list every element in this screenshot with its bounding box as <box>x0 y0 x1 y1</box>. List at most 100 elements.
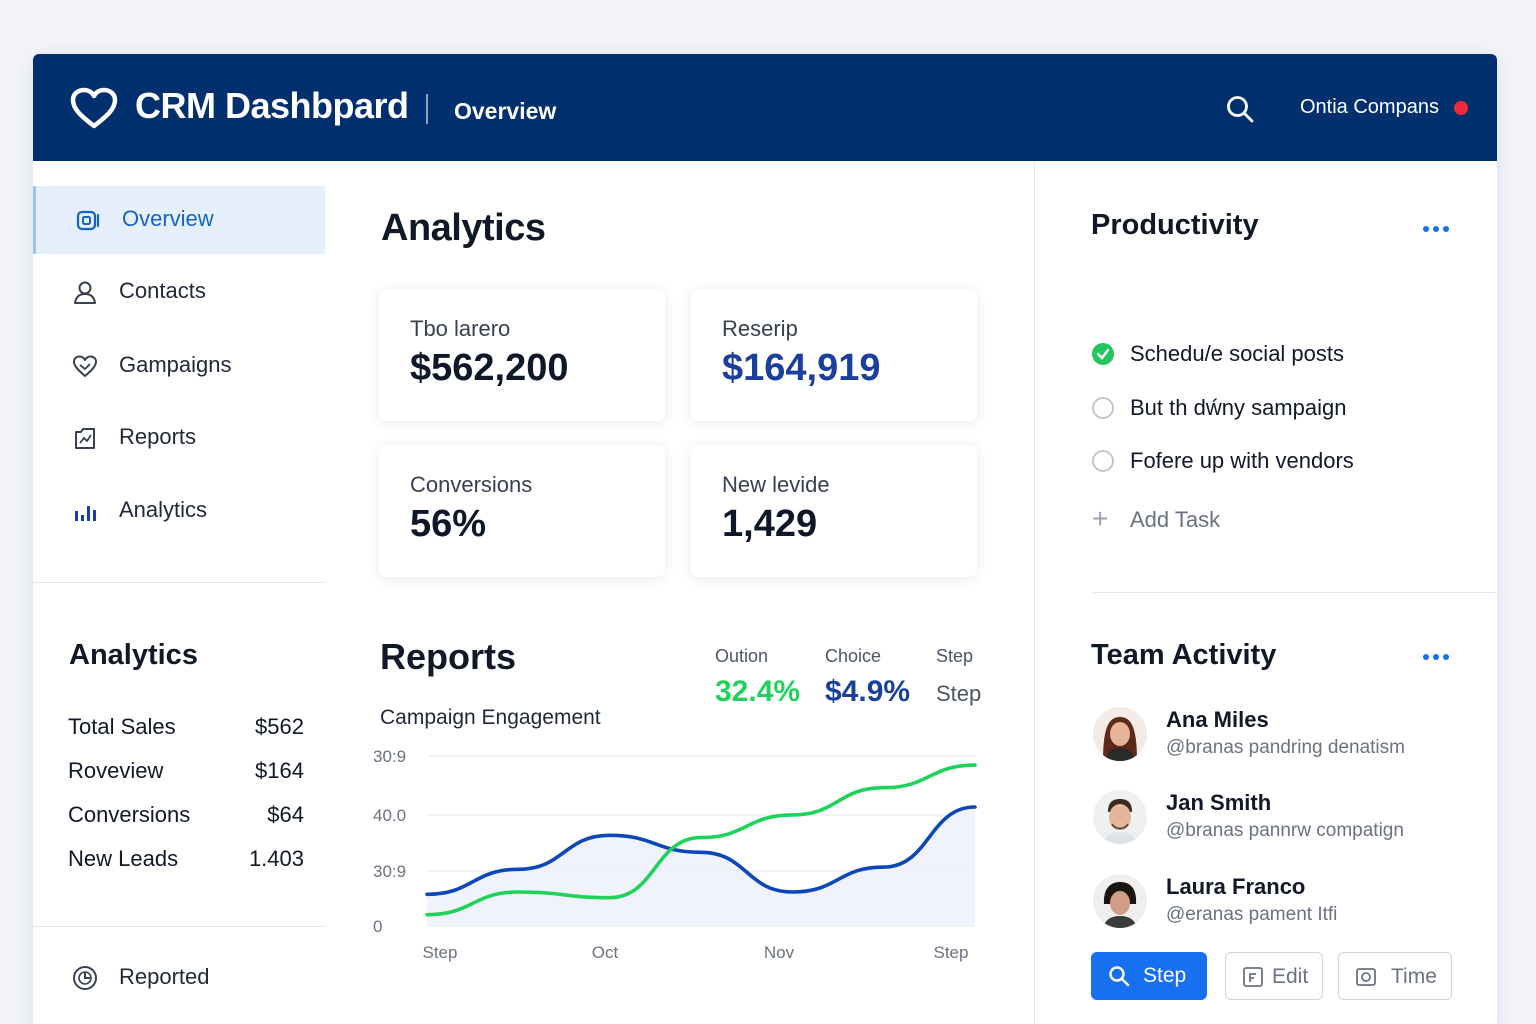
edit-button[interactable]: Edit <box>1225 952 1323 1000</box>
title-separator <box>426 94 428 124</box>
stat-value: 1.403 <box>248 846 304 871</box>
company-switcher[interactable]: Ontia Compans <box>1300 96 1439 119</box>
engagement-line-chart: 30:9 40.0 30:9 0 Step Oct Nov Step <box>373 747 977 962</box>
search-icon <box>1109 966 1130 987</box>
kpi-label: Conversions <box>410 472 533 497</box>
member-name: Jan Smith <box>1166 790 1272 815</box>
kpi-value: 1,429 <box>722 503 818 545</box>
edit-icon <box>1243 967 1263 987</box>
metric-value: 32.4% <box>715 675 801 708</box>
kpi-label: New levide <box>722 472 830 497</box>
kpi-value: 56% <box>410 503 487 545</box>
team-member[interactable]: Laura Franco @eranas pament Itfi <box>1093 874 1473 934</box>
chart-y-tick-label: 30:9 <box>373 747 406 766</box>
kpi-card: New levide 1,429 <box>691 445 977 577</box>
notification-dot <box>1454 101 1468 115</box>
sidebar-item-analytics[interactable]: Analytics <box>33 477 325 545</box>
stat-row: New Leads 1.403 <box>68 846 304 876</box>
member-name: Laura Franco <box>1166 874 1306 899</box>
sidebar-item-contacts[interactable]: Contacts <box>33 258 325 326</box>
kpi-card: Conversions 56% <box>379 445 665 577</box>
sidebar-item-label: Analytics <box>119 497 208 522</box>
member-handle: @eranas pament Itfi <box>1166 904 1338 925</box>
stat-value: $164 <box>255 758 304 783</box>
sidebar-item-overview[interactable]: Overview <box>33 186 325 254</box>
metric-label: Choice <box>825 646 882 666</box>
stat-label: New Leads <box>68 846 179 871</box>
task-item[interactable]: Schedu/e social posts <box>1092 337 1472 371</box>
metric: Step Step <box>936 646 981 707</box>
checkbox-checked-icon[interactable] <box>1092 343 1114 365</box>
task-item[interactable]: Fofere up with vendors <box>1092 444 1472 478</box>
sidebar-item-reported[interactable]: Reported <box>33 946 325 1006</box>
sidebar-item-label: Reported <box>119 964 210 989</box>
stat-value: $64 <box>267 802 304 827</box>
sidebar-item-label: Reports <box>119 424 197 449</box>
report-icon <box>75 428 95 449</box>
sidebar-item-label: Overview <box>122 206 214 231</box>
checkbox-icon[interactable] <box>1092 397 1114 419</box>
button-label: Time <box>1391 965 1437 988</box>
time-button[interactable]: Time <box>1338 952 1452 1000</box>
clock-icon <box>73 966 97 990</box>
main-content: Analytics Tbo larero $562,200 Reserip $1… <box>325 161 1035 1024</box>
kpi-value: $164,919 <box>722 347 881 389</box>
chart-y-tick-label: 40.0 <box>373 806 406 825</box>
sidebar-item-reports[interactable]: Reports <box>33 404 325 472</box>
task-label: Fofere up with vendors <box>1130 448 1354 473</box>
plus-icon: + <box>1092 503 1109 534</box>
task-label: Schedu/e social posts <box>1130 341 1345 366</box>
chart-x-tick-label: Nov <box>764 943 795 962</box>
metric-label: Step <box>936 646 974 666</box>
productivity-title: Productivity <box>1091 209 1259 241</box>
member-handle: @branas pandring denatism <box>1166 737 1405 758</box>
button-label: Step <box>1143 964 1187 987</box>
kpi-value: $562,200 <box>410 347 569 389</box>
step-button[interactable]: Step <box>1091 952 1207 1000</box>
reports-title: Reports <box>380 636 517 677</box>
app-title: CRM Dashbpard <box>135 85 409 126</box>
sidebar-divider <box>33 926 325 927</box>
metric-value: Step <box>936 681 982 706</box>
task-item[interactable]: But th dẃny sampaign <box>1092 391 1472 425</box>
stat-row: Total Sales $562 <box>68 714 304 744</box>
search-icon[interactable] <box>1225 94 1255 124</box>
task-label: But th dẃny sampaign <box>1130 395 1347 420</box>
stat-row: Roveview $164 <box>68 758 304 788</box>
kpi-label: Reserip <box>722 316 798 341</box>
sidebar-analytics-heading: Analytics <box>69 639 198 671</box>
team-member[interactable]: Jan Smith @branas pannrw compatign <box>1093 790 1473 850</box>
chart-y-tick-label: 0 <box>373 917 382 936</box>
stat-row: Conversions $64 <box>68 802 304 832</box>
kpi-card: Reserip $164,919 <box>691 289 977 421</box>
chart-x-tick-label: Step <box>423 943 458 962</box>
tab-overview[interactable]: Overview <box>454 98 556 125</box>
kpi-label: Tbo larero <box>410 316 511 341</box>
metric-label: Oution <box>715 646 769 666</box>
right-panel: Productivity Schedu/e social posts But t… <box>1035 161 1497 1024</box>
heart-icon <box>73 355 97 377</box>
sidebar-item-campaigns[interactable]: Gampaigns <box>33 332 325 400</box>
checkbox-icon[interactable] <box>1092 450 1114 472</box>
app-window: CRM Dashbpard Overview Ontia Compans Ove… <box>33 54 1497 1024</box>
more-options-icon[interactable] <box>1420 219 1456 239</box>
avatar <box>1093 707 1147 761</box>
member-name: Ana Miles <box>1166 707 1269 732</box>
add-task-label: Add Task <box>1130 507 1221 532</box>
team-member[interactable]: Ana Miles @branas pandring denatism <box>1093 707 1473 767</box>
stat-label: Roveview <box>68 758 164 783</box>
chart-x-tick-label: Step <box>934 943 969 962</box>
more-options-icon[interactable] <box>1420 647 1456 667</box>
team-activity-title: Team Activity <box>1091 639 1277 671</box>
metric-value: $4.9% <box>825 675 911 708</box>
panel-divider <box>1093 592 1497 593</box>
chart-subtitle: Campaign Engagement <box>380 706 601 729</box>
chart-x-tick-label: Oct <box>592 943 619 962</box>
top-bar: CRM Dashbpard Overview Ontia Compans <box>33 54 1497 161</box>
stat-label: Total Sales <box>68 714 176 739</box>
sidebar: Overview Contacts Gampaigns Reports Anal… <box>33 161 325 1024</box>
bar-chart-icon <box>75 506 96 521</box>
sidebar-item-label: Gampaigns <box>119 352 232 377</box>
add-task-button[interactable]: + Add Task <box>1092 505 1292 539</box>
member-handle: @branas pannrw compatign <box>1166 820 1404 841</box>
